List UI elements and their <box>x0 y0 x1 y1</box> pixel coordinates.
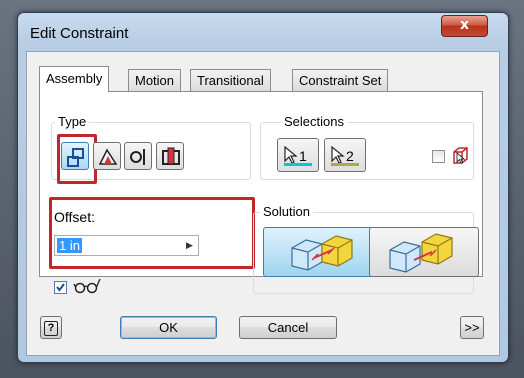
solution-group-label: Solution <box>260 204 313 219</box>
first-selection-color <box>284 163 312 166</box>
tab-constraint-set[interactable]: Constraint Set <box>292 69 389 91</box>
tab-transitional[interactable]: Transitional <box>190 69 271 91</box>
select-arrow-icon <box>331 145 345 164</box>
cancel-button[interactable]: Cancel <box>239 316 337 339</box>
title-bar: Edit Constraint x <box>18 13 508 51</box>
pick-part-first-checkbox[interactable] <box>432 150 445 163</box>
tab-motion[interactable]: Motion <box>128 69 182 91</box>
second-selection-color <box>331 163 359 166</box>
angle-constraint-button[interactable] <box>93 142 121 170</box>
mate-constraint-button[interactable] <box>61 142 89 170</box>
type-group-label: Type <box>55 114 90 129</box>
tangent-constraint-icon <box>130 149 145 165</box>
checkmark-icon <box>56 283 65 292</box>
edit-constraint-dialog: Edit Constraint x Assembly Motion Transi… <box>17 12 509 363</box>
flush-solution-icon <box>389 233 453 273</box>
second-selection-button[interactable]: 2 <box>324 138 366 172</box>
dialog-title: Edit Constraint <box>30 25 129 42</box>
angle-constraint-icon <box>98 148 118 165</box>
offset-label: Offset: <box>54 209 95 225</box>
glasses-icon <box>73 278 101 294</box>
mate-constraint-icon <box>67 148 84 167</box>
offset-highlight-box <box>49 197 255 269</box>
first-selection-number: 1 <box>299 148 307 164</box>
show-preview-checkbox[interactable] <box>54 281 67 294</box>
offset-value: 1 in <box>57 238 82 253</box>
close-button[interactable]: x <box>441 15 488 37</box>
insert-constraint-icon <box>162 147 180 165</box>
insert-constraint-button[interactable] <box>156 142 184 170</box>
more-options-button[interactable]: >> <box>460 316 484 339</box>
help-button[interactable]: ? <box>40 316 62 339</box>
tangent-constraint-button[interactable] <box>124 142 152 170</box>
mate-solution-icon <box>291 235 353 271</box>
offset-field[interactable]: 1 in ▶ <box>54 235 199 256</box>
offset-menu-arrow[interactable]: ▶ <box>181 236 198 255</box>
tab-assembly[interactable]: Assembly <box>39 66 110 92</box>
selections-group-label: Selections <box>281 114 347 129</box>
second-selection-number: 2 <box>346 148 354 164</box>
pick-part-first-icon <box>453 147 468 164</box>
solution-flush-button[interactable] <box>369 227 479 277</box>
ok-button[interactable]: OK <box>120 316 217 339</box>
solution-mate-button[interactable] <box>263 227 373 277</box>
help-icon: ? <box>44 321 58 337</box>
dialog-body: Assembly Motion Transitional Constraint … <box>26 51 500 356</box>
select-arrow-icon <box>284 145 298 164</box>
first-selection-button[interactable]: 1 <box>277 138 319 172</box>
